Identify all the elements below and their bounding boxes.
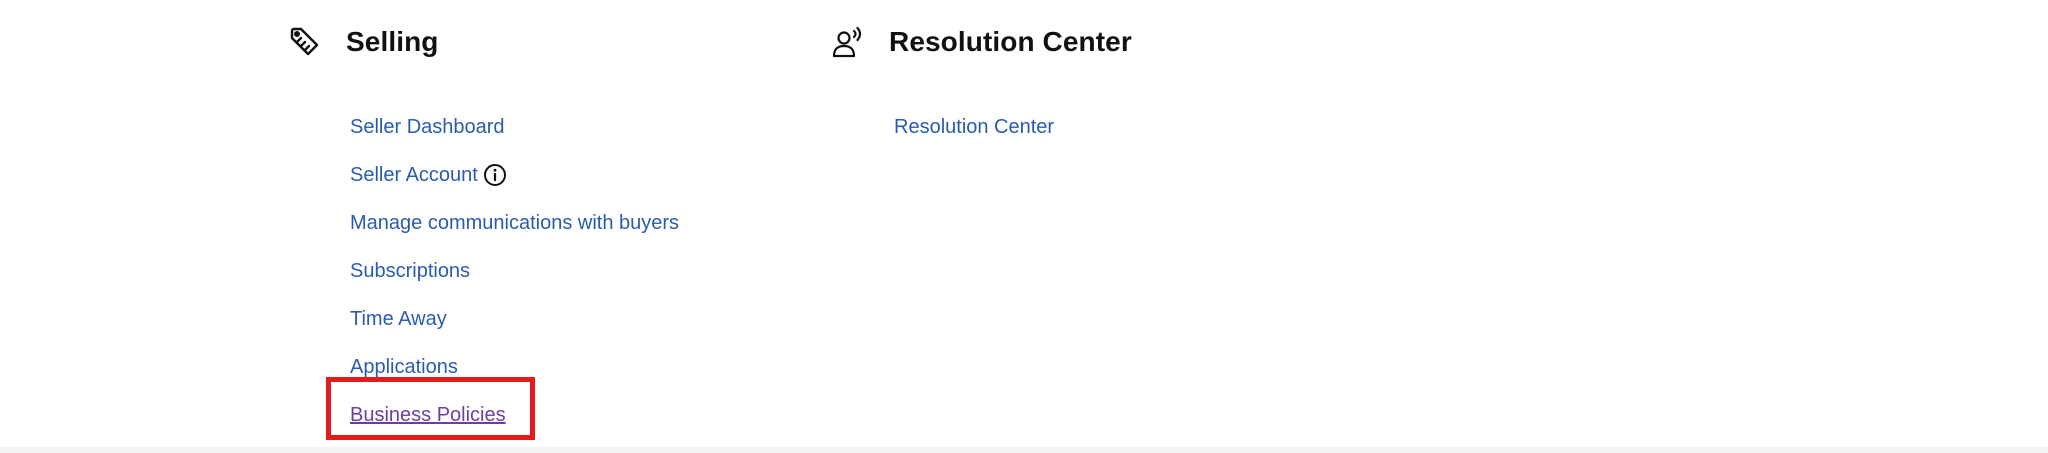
manage-communications-link[interactable]: Manage communications with buyers — [350, 212, 679, 235]
list-item: Manage communications with buyers — [350, 199, 679, 247]
selling-header: Selling — [288, 24, 439, 60]
list-item: Business Policies — [350, 391, 679, 439]
resolution-center-links: Resolution Center — [894, 103, 1054, 151]
selling-links: Seller Dashboard Seller Account Manage c… — [350, 103, 679, 439]
seller-dashboard-link[interactable]: Seller Dashboard — [350, 116, 505, 139]
list-item: Subscriptions — [350, 247, 679, 295]
list-item: Applications — [350, 343, 679, 391]
page: Selling Seller Dashboard Seller Account … — [0, 0, 2048, 453]
list-item: Resolution Center — [894, 103, 1054, 151]
list-item: Time Away — [350, 295, 679, 343]
list-item: Seller Dashboard — [350, 103, 679, 151]
info-icon[interactable] — [483, 163, 507, 187]
list-item: Seller Account — [350, 151, 679, 199]
tag-icon — [288, 25, 322, 59]
seller-account-link[interactable]: Seller Account — [350, 164, 478, 187]
selling-title: Selling — [346, 26, 439, 57]
business-policies-link[interactable]: Business Policies — [350, 404, 506, 427]
subscriptions-link[interactable]: Subscriptions — [350, 260, 470, 283]
resolution-center-link[interactable]: Resolution Center — [894, 116, 1054, 139]
person-speaking-icon — [831, 25, 865, 59]
time-away-link[interactable]: Time Away — [350, 308, 447, 331]
applications-link[interactable]: Applications — [350, 356, 458, 379]
resolution-center-header: Resolution Center — [831, 24, 1132, 60]
page-bottom-edge — [0, 447, 2048, 453]
resolution-center-title: Resolution Center — [889, 26, 1132, 57]
